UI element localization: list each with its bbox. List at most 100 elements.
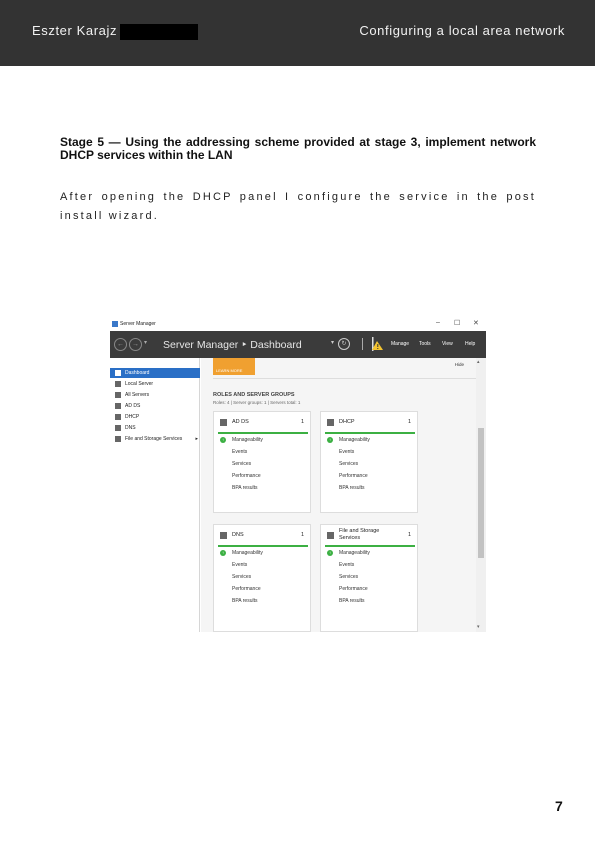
tile-ad-ds[interactable]: AD DS 1 ↑ Manageability Events Services …	[213, 411, 311, 513]
learn-more-link[interactable]: LEARN MORE	[216, 368, 242, 373]
sidebar-item-label: DHCP	[125, 414, 140, 420]
window-title: Server Manager	[120, 321, 156, 327]
tile-header[interactable]: AD DS 1	[214, 412, 310, 434]
tile-title: AD DS	[232, 419, 249, 425]
sidebar-item-local-server[interactable]: Local Server	[110, 379, 200, 389]
tile-row-services[interactable]: Services	[339, 461, 358, 467]
dashboard-main: LEARN MORE Hide ROLES AND SERVER GROUPS …	[201, 358, 476, 632]
tile-row-manageability[interactable]: Manageability	[232, 550, 263, 556]
sidebar-item-label: File and Storage Services	[125, 436, 183, 442]
tile-header[interactable]: DNS 1	[214, 525, 310, 547]
vertical-scrollbar[interactable]: ▴ ▾	[476, 358, 486, 632]
status-bar	[325, 545, 415, 547]
dns-icon	[115, 425, 121, 431]
sidebar-item-all-servers[interactable]: All Servers	[110, 390, 200, 400]
tile-row-performance[interactable]: Performance	[232, 473, 261, 479]
refresh-chevron-icon[interactable]: ▾	[331, 339, 334, 346]
body-paragraph: After opening the DHCP panel I configure…	[60, 191, 536, 222]
tile-row-manageability[interactable]: Manageability	[339, 437, 370, 443]
sidebar-item-label: AD DS	[125, 403, 141, 409]
sidebar-item-label: DNS	[125, 425, 136, 431]
status-ok-icon: ↑	[327, 550, 333, 556]
sidebar-item-dhcp[interactable]: DHCP	[110, 412, 200, 422]
server-manager-icon	[112, 321, 118, 327]
servers-icon	[115, 392, 121, 398]
stage-heading: Stage 5 — Using the addressing scheme pr…	[60, 135, 536, 162]
tile-row-manageability[interactable]: Manageability	[339, 550, 370, 556]
tile-count: 1	[300, 532, 304, 538]
redaction-box	[120, 24, 198, 40]
scroll-up-icon[interactable]: ▴	[477, 359, 480, 365]
tile-header[interactable]: DHCP 1	[321, 412, 417, 434]
tile-count: 1	[300, 419, 304, 425]
tile-header[interactable]: File and Storage Services 1	[321, 525, 417, 547]
refresh-icon[interactable]: ↻	[338, 338, 350, 350]
tile-count: 1	[407, 419, 411, 425]
toolbar: ← → ▾ Server Manager ‣ Dashboard ▾ ↻ Man…	[110, 331, 486, 358]
learn-more-banner[interactable]: LEARN MORE	[213, 358, 255, 375]
tile-row-services[interactable]: Services	[232, 574, 251, 580]
tile-row-events[interactable]: Events	[232, 562, 247, 568]
scroll-thumb[interactable]	[478, 428, 484, 558]
tile-row-services[interactable]: Services	[339, 574, 358, 580]
minimize-button[interactable]: –	[436, 319, 440, 326]
file-storage-icon	[327, 532, 334, 539]
tile-row-bpa-results[interactable]: BPA results	[339, 485, 364, 491]
tile-title: DNS	[232, 532, 244, 538]
status-ok-icon: ↑	[220, 437, 226, 443]
tile-row-events[interactable]: Events	[339, 449, 354, 455]
roles-summary: Roles: 4 | Server groups: 1 | Servers to…	[213, 400, 301, 405]
window-titlebar: Server Manager – ☐ ✕	[110, 316, 486, 331]
tile-row-services[interactable]: Services	[232, 461, 251, 467]
section-divider	[213, 378, 476, 379]
tile-title: File and Storage Services	[339, 528, 380, 541]
tile-row-events[interactable]: Events	[339, 562, 354, 568]
dhcp-icon	[327, 419, 334, 426]
breadcrumb: Server Manager ‣ Dashboard	[163, 339, 302, 351]
maximize-button[interactable]: ☐	[454, 319, 460, 327]
menu-view[interactable]: View	[442, 341, 453, 347]
status-bar	[218, 545, 308, 547]
back-icon[interactable]: ←	[114, 338, 127, 351]
tile-row-performance[interactable]: Performance	[339, 586, 368, 592]
page-header: Eszter Karajz Configuring a local area n…	[0, 0, 595, 66]
sidebar-item-dashboard[interactable]: Dashboard	[110, 368, 200, 378]
status-bar	[218, 432, 308, 434]
menu-manage[interactable]: Manage	[391, 341, 409, 347]
status-ok-icon: ↑	[327, 437, 333, 443]
tile-dhcp[interactable]: DHCP 1 ↑ Manageability Events Services P…	[320, 411, 418, 513]
sidebar-item-dns[interactable]: DNS	[110, 423, 200, 433]
sidebar-item-label: All Servers	[125, 392, 150, 398]
sidebar-item-label: Local Server	[125, 381, 154, 387]
sidebar: Dashboard Local Server All Servers AD DS…	[110, 358, 200, 632]
dns-icon	[220, 532, 227, 539]
server-manager-screenshot: Server Manager – ☐ ✕ ← → ▾ Server Manage…	[110, 316, 486, 632]
server-icon	[115, 381, 121, 387]
scroll-down-icon[interactable]: ▾	[477, 624, 480, 630]
dhcp-icon	[115, 414, 121, 420]
ad-ds-icon	[115, 403, 121, 409]
menu-tools[interactable]: Tools	[419, 341, 431, 347]
tile-row-bpa-results[interactable]: BPA results	[232, 485, 257, 491]
sidebar-item-label: Dashboard	[125, 370, 150, 376]
notifications-flag-icon[interactable]	[372, 337, 384, 351]
tile-dns[interactable]: DNS 1 ↑ Manageability Events Services Pe…	[213, 524, 311, 632]
roles-heading: ROLES AND SERVER GROUPS	[213, 392, 295, 398]
tile-file-storage[interactable]: File and Storage Services 1 ↑ Manageabil…	[320, 524, 418, 632]
tile-row-bpa-results[interactable]: BPA results	[339, 598, 364, 604]
dashboard-icon	[115, 370, 121, 376]
forward-icon[interactable]: →	[129, 338, 142, 351]
tile-row-manageability[interactable]: Manageability	[232, 437, 263, 443]
sidebar-item-file-storage[interactable]: File and Storage Services ▸	[110, 434, 200, 444]
tile-row-performance[interactable]: Performance	[339, 473, 368, 479]
hide-link[interactable]: Hide	[455, 362, 464, 367]
menu-help[interactable]: Help	[465, 341, 475, 347]
close-button[interactable]: ✕	[473, 319, 479, 327]
tile-row-bpa-results[interactable]: BPA results	[232, 598, 257, 604]
nav-history-chevron-icon[interactable]: ▾	[144, 339, 147, 346]
sidebar-item-ad-ds[interactable]: AD DS	[110, 401, 200, 411]
document-title: Configuring a local area network	[359, 23, 565, 38]
tile-row-performance[interactable]: Performance	[232, 586, 261, 592]
tile-row-events[interactable]: Events	[232, 449, 247, 455]
chevron-right-icon: ▸	[195, 436, 198, 442]
